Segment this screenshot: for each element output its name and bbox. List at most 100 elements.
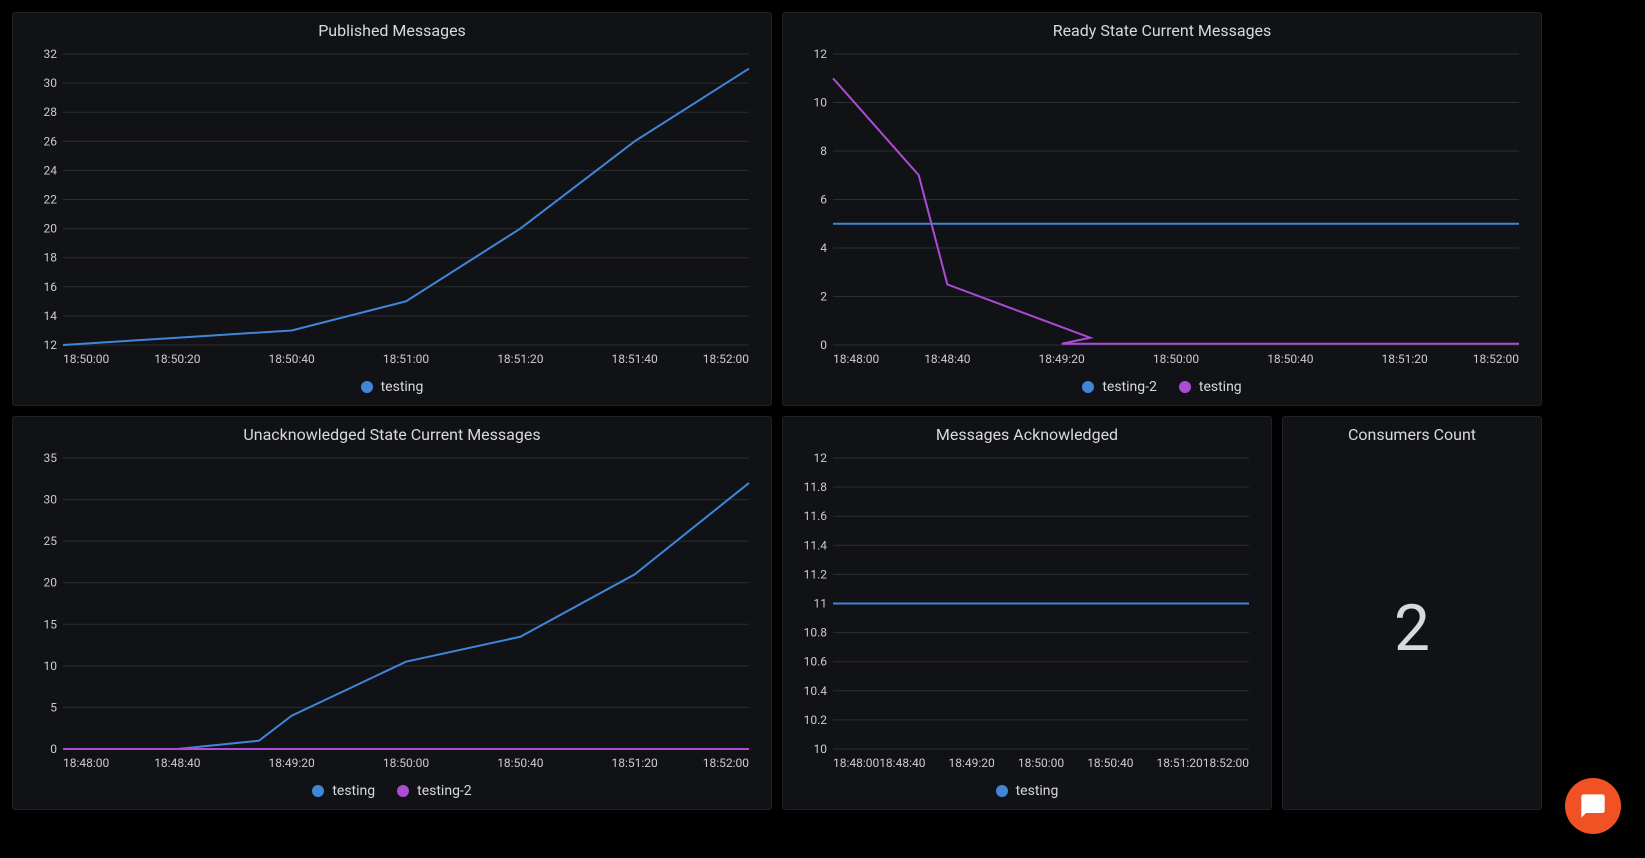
svg-text:18:52:00: 18:52:00 [1473,352,1520,366]
svg-text:18:49:20: 18:49:20 [949,756,996,770]
legend-dot-icon [361,381,373,393]
svg-text:18:51:20: 18:51:20 [1382,352,1429,366]
panel-published-messages[interactable]: Published Messages 121416182022242628303… [12,12,772,406]
svg-text:18:48:40: 18:48:40 [879,756,926,770]
svg-text:10: 10 [44,659,58,673]
svg-text:24: 24 [44,163,58,177]
svg-text:18:50:00: 18:50:00 [1018,756,1065,770]
svg-text:18:51:20: 18:51:20 [1157,756,1204,770]
svg-text:12: 12 [814,452,828,465]
svg-text:18:52:00: 18:52:00 [1203,756,1250,770]
panel-title: Published Messages [13,13,771,44]
panel-messages-acknowledged[interactable]: Messages Acknowledged 10 10.2 10.4 10.6 10.8… [782,416,1272,810]
svg-text:12: 12 [814,48,828,61]
chart-unack: 0510152025303518:48:0018:48:4018:49:2018… [17,452,759,775]
svg-text:14: 14 [44,309,58,323]
svg-text:30: 30 [44,493,58,507]
svg-text:18: 18 [44,251,58,265]
svg-text:18:50:40: 18:50:40 [269,352,316,366]
legend-item[interactable]: testing [996,783,1059,799]
svg-text:11: 11 [814,597,828,611]
svg-text:18:50:00: 18:50:00 [63,352,110,366]
svg-text:18:48:00: 18:48:00 [63,756,110,770]
svg-text:30: 30 [44,76,58,90]
svg-text:18:51:20: 18:51:20 [612,756,659,770]
svg-text:22: 22 [44,193,58,207]
legend-item[interactable]: testing [361,379,424,395]
svg-text:18:50:00: 18:50:00 [1153,352,1200,366]
legend-label: testing [332,783,375,799]
svg-text:18:48:40: 18:48:40 [154,756,201,770]
svg-text:18:48:40: 18:48:40 [924,352,971,366]
svg-text:18:51:20: 18:51:20 [497,352,544,366]
chat-icon [1579,792,1607,820]
svg-text:18:50:40: 18:50:40 [1087,756,1134,770]
chart-ready: 0 2 4 6 8 10 12 18:48:00 18:48:40 18:49:20 18:50:0… [787,48,1529,371]
svg-text:5: 5 [50,700,57,714]
svg-text:18:51:00: 18:51:00 [383,352,430,366]
svg-text:10.8: 10.8 [804,626,828,640]
legend-label: testing [381,379,424,395]
svg-text:10.6: 10.6 [804,655,828,669]
panel-title: Unacknowledged State Current Messages [13,417,771,448]
svg-text:18:50:40: 18:50:40 [497,756,544,770]
legend-item[interactable]: testing [1179,379,1242,395]
legend-ack: testing [783,775,1271,809]
svg-text:18:49:20: 18:49:20 [1039,352,1086,366]
svg-text:18:50:40: 18:50:40 [1267,352,1314,366]
svg-text:8: 8 [820,144,827,158]
svg-text:4: 4 [820,241,827,255]
svg-text:11.8: 11.8 [804,480,828,494]
svg-text:18:49:20: 18:49:20 [269,756,316,770]
svg-text:20: 20 [44,222,58,236]
svg-text:16: 16 [44,280,58,294]
svg-text:15: 15 [44,617,58,631]
panel-title: Ready State Current Messages [783,13,1541,44]
legend-ready: testing-2 testing [783,371,1541,405]
panel-consumers-count[interactable]: Consumers Count 2 [1282,416,1542,810]
legend-label: testing-2 [417,783,472,799]
panel-unacknowledged[interactable]: Unacknowledged State Current Messages 0 5… [12,416,772,810]
svg-text:20: 20 [44,576,58,590]
legend-label: testing-2 [1102,379,1157,395]
panel-title: Consumers Count [1283,417,1541,448]
chat-launcher-button[interactable] [1565,778,1621,834]
legend-published: testing [13,371,771,405]
svg-text:32: 32 [44,48,58,61]
legend-label: testing [1016,783,1059,799]
svg-text:10: 10 [814,742,828,756]
svg-text:10: 10 [814,96,828,110]
legend-item[interactable]: testing [312,783,375,799]
svg-text:2: 2 [820,290,827,304]
svg-text:6: 6 [820,193,827,207]
legend-item[interactable]: testing-2 [397,783,472,799]
svg-text:11.4: 11.4 [804,538,828,552]
chart-ack: 10 10.2 10.4 10.6 10.8 11 11.2 11.4 11.6 11.8 12 18… [787,452,1259,775]
panel-title: Messages Acknowledged [783,417,1271,448]
svg-text:18:50:20: 18:50:20 [154,352,201,366]
svg-text:0: 0 [820,338,827,352]
legend-dot-icon [1179,381,1191,393]
svg-text:0: 0 [50,742,57,756]
panel-ready-state[interactable]: Ready State Current Messages 0 2 4 6 8 10 12 18… [782,12,1542,406]
svg-text:35: 35 [44,452,58,465]
legend-dot-icon [1082,381,1094,393]
legend-label: testing [1199,379,1242,395]
svg-text:18:52:00: 18:52:00 [703,352,750,366]
chart-published: 121416182022242628303218:50:0018:50:2018… [17,48,759,371]
svg-text:28: 28 [44,105,58,119]
svg-text:18:52:00: 18:52:00 [703,756,750,770]
svg-text:10.4: 10.4 [804,684,828,698]
legend-dot-icon [996,785,1008,797]
legend-item[interactable]: testing-2 [1082,379,1157,395]
svg-text:11.6: 11.6 [804,509,828,523]
svg-text:18:50:00: 18:50:00 [383,756,430,770]
legend-dot-icon [312,785,324,797]
legend-unack: testing testing-2 [13,775,771,809]
svg-text:26: 26 [44,134,58,148]
svg-text:10.2: 10.2 [804,713,828,727]
consumers-count-value: 2 [1283,448,1541,809]
svg-text:18:48:00: 18:48:00 [833,756,880,770]
svg-text:18:48:00: 18:48:00 [833,352,880,366]
svg-text:11.2: 11.2 [804,567,828,581]
